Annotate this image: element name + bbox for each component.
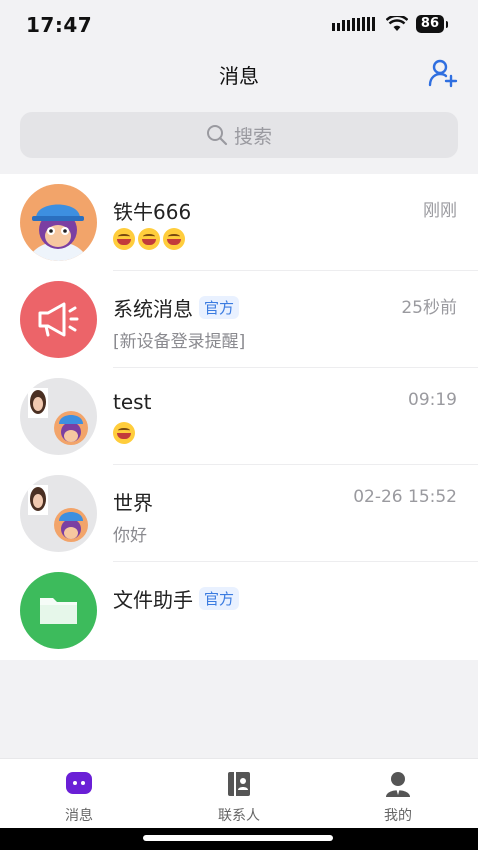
- message-preview: [113, 422, 138, 444]
- tab-messages[interactable]: 消息: [29, 771, 129, 825]
- conversation-item[interactable]: 系统消息 官方 [新设备登录提醒] 25秒前: [0, 271, 478, 368]
- status-icons: 86: [331, 15, 448, 33]
- message-preview: 你好: [113, 526, 147, 546]
- group-avatar: [20, 475, 97, 552]
- conversation-time: 09:19: [408, 390, 457, 410]
- conversation-name: 世界: [113, 491, 153, 515]
- grin-emoji-icon: [138, 228, 160, 250]
- conversation-time: 25秒前: [401, 298, 457, 318]
- official-badge: 官方: [199, 587, 240, 610]
- tab-label: 消息: [65, 808, 93, 824]
- add-contact-icon[interactable]: [428, 58, 458, 88]
- status-bar: 17:47 86: [0, 0, 478, 52]
- signal-icon: [331, 17, 375, 31]
- conversation-time: 02-26 15:52: [353, 487, 457, 507]
- conversation-item[interactable]: 铁牛666 刚刚: [0, 174, 478, 271]
- conversation-item[interactable]: 文件助手 官方: [0, 562, 478, 659]
- folder-icon: [40, 598, 77, 624]
- status-time: 17:47: [26, 13, 93, 37]
- tab-label: 联系人: [218, 808, 260, 824]
- conversation-time: 刚刚: [423, 201, 457, 221]
- conversation-list: 铁牛666 刚刚 系统消息 官方 [新设备登录提醒] 25秒前 test 09:…: [0, 174, 478, 660]
- wifi-icon: [385, 16, 408, 31]
- conversation-name: 文件助手 官方: [113, 584, 240, 613]
- avatar: [20, 281, 97, 358]
- grin-emoji-icon: [113, 228, 135, 250]
- chat-icon: [66, 772, 92, 794]
- group-avatar: [20, 378, 97, 455]
- battery-icon: [446, 20, 448, 28]
- grin-emoji-icon: [113, 422, 135, 444]
- conversation-name: 系统消息 官方: [113, 293, 240, 322]
- official-badge: 官方: [199, 296, 240, 319]
- tab-profile[interactable]: 我的: [348, 771, 448, 825]
- tab-label: 我的: [384, 808, 412, 824]
- tab-bar: 消息 联系人 我的: [0, 758, 478, 829]
- tab-contacts[interactable]: 联系人: [189, 771, 289, 825]
- battery-level: 86: [415, 15, 444, 33]
- message-preview: [113, 228, 188, 250]
- search-placeholder: 搜索: [233, 125, 272, 148]
- megaphone-icon: [38, 302, 79, 337]
- person-icon: [386, 772, 410, 797]
- avatar: [20, 184, 97, 261]
- conversation-item[interactable]: test 09:19: [0, 368, 478, 465]
- home-indicator[interactable]: [143, 835, 333, 841]
- grin-emoji-icon: [163, 228, 185, 250]
- page-title: 消息: [219, 64, 259, 88]
- system-bottom-bar: [0, 828, 478, 850]
- conversation-item[interactable]: 世界 你好 02-26 15:52: [0, 465, 478, 562]
- contacts-book-icon: [228, 772, 250, 796]
- search-input[interactable]: 搜索: [20, 112, 458, 158]
- conversation-name: test: [113, 390, 152, 414]
- message-preview: [新设备登录提醒]: [113, 332, 246, 352]
- nav-header: 消息: [0, 52, 478, 98]
- search-icon: [206, 125, 228, 146]
- avatar: [20, 572, 97, 649]
- conversation-name: 铁牛666: [113, 200, 192, 224]
